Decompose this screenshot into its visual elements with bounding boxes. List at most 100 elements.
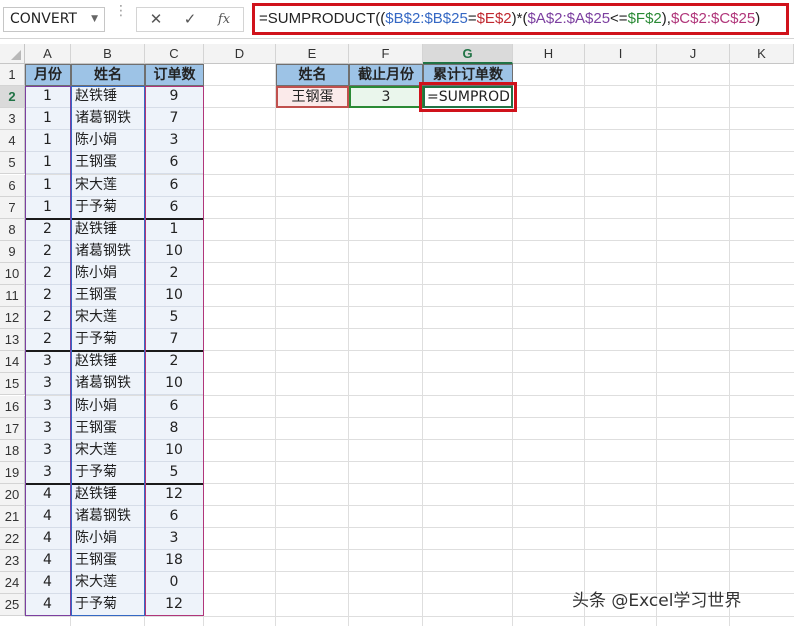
orders-cell[interactable]: 10 [145, 373, 204, 396]
criteria-month-cell[interactable]: 3 [349, 86, 423, 109]
row-header-3[interactable]: 3 [0, 108, 25, 131]
name-cell[interactable]: 王钢蛋 [71, 285, 145, 308]
row-header-1[interactable]: 1 [0, 64, 25, 87]
criteria-header-cell[interactable]: 累计订单数 [423, 64, 513, 87]
column-header-i[interactable]: I [585, 44, 657, 64]
month-cell[interactable]: 1 [25, 86, 71, 109]
month-cell[interactable]: 2 [25, 262, 71, 285]
cancel-icon[interactable]: ✕ [139, 8, 173, 31]
name-cell[interactable]: 于予菊 [71, 196, 145, 219]
name-cell[interactable]: 宋大莲 [71, 439, 145, 462]
column-header-e[interactable]: E [276, 44, 349, 64]
orders-cell[interactable]: 5 [145, 307, 204, 330]
row-header-13[interactable]: 13 [0, 329, 25, 352]
column-header-h[interactable]: H [513, 44, 585, 64]
active-cell-g2[interactable]: =SUMPROD [423, 86, 513, 109]
row-header-10[interactable]: 10 [0, 262, 25, 285]
name-cell[interactable]: 诸葛钢铁 [71, 108, 145, 131]
row-header-7[interactable]: 7 [0, 196, 25, 219]
column-header-c[interactable]: C [145, 44, 204, 64]
row-header-17[interactable]: 17 [0, 417, 25, 440]
orders-cell[interactable]: 12 [145, 594, 204, 617]
column-header-d[interactable]: D [204, 44, 276, 64]
row-header-20[interactable]: 20 [0, 483, 25, 506]
chevron-down-icon[interactable]: ▼ [91, 8, 98, 31]
column-header-b[interactable]: B [71, 44, 145, 64]
name-cell[interactable]: 于予菊 [71, 461, 145, 484]
orders-cell[interactable]: 7 [145, 108, 204, 131]
orders-cell[interactable]: 1 [145, 218, 204, 241]
row-header-11[interactable]: 11 [0, 285, 25, 308]
name-cell[interactable]: 于予菊 [71, 594, 145, 617]
orders-cell[interactable]: 10 [145, 439, 204, 462]
month-cell[interactable]: 3 [25, 439, 71, 462]
table-header-cell[interactable]: 月份 [25, 64, 71, 87]
month-cell[interactable]: 4 [25, 483, 71, 506]
name-cell[interactable]: 诸葛钢铁 [71, 506, 145, 529]
row-header-5[interactable]: 5 [0, 152, 25, 175]
month-cell[interactable]: 3 [25, 395, 71, 418]
enter-icon[interactable]: ✓ [173, 8, 207, 31]
row-header-18[interactable]: 18 [0, 439, 25, 462]
month-cell[interactable]: 2 [25, 307, 71, 330]
name-cell[interactable]: 于予菊 [71, 329, 145, 352]
month-cell[interactable]: 4 [25, 506, 71, 529]
month-cell[interactable]: 1 [25, 152, 71, 175]
criteria-header-cell[interactable]: 姓名 [276, 64, 349, 87]
formula-input[interactable]: =SUMPRODUCT(($B$2:$B$25=$E$2)*($A$2:$A$2… [252, 3, 789, 35]
name-cell[interactable]: 赵铁锤 [71, 351, 145, 374]
row-header-8[interactable]: 8 [0, 218, 25, 241]
orders-cell[interactable]: 9 [145, 86, 204, 109]
name-cell[interactable]: 宋大莲 [71, 174, 145, 197]
insert-function-icon[interactable]: fx [207, 8, 241, 31]
orders-cell[interactable]: 18 [145, 550, 204, 573]
month-cell[interactable]: 2 [25, 240, 71, 263]
month-cell[interactable]: 2 [25, 218, 71, 241]
name-cell[interactable]: 陈小娟 [71, 395, 145, 418]
orders-cell[interactable]: 10 [145, 285, 204, 308]
name-cell[interactable]: 赵铁锤 [71, 86, 145, 109]
name-cell[interactable]: 王钢蛋 [71, 550, 145, 573]
row-header-22[interactable]: 22 [0, 528, 25, 551]
name-cell[interactable]: 陈小娟 [71, 528, 145, 551]
name-box[interactable]: CONVERT ▼ [3, 7, 105, 32]
month-cell[interactable]: 4 [25, 528, 71, 551]
orders-cell[interactable]: 2 [145, 262, 204, 285]
month-cell[interactable]: 3 [25, 461, 71, 484]
column-header-k[interactable]: K [730, 44, 794, 64]
criteria-name-cell[interactable]: 王钢蛋 [276, 86, 349, 109]
month-cell[interactable]: 1 [25, 108, 71, 131]
month-cell[interactable]: 4 [25, 572, 71, 595]
orders-cell[interactable]: 6 [145, 506, 204, 529]
name-cell[interactable]: 王钢蛋 [71, 417, 145, 440]
column-header-j[interactable]: J [657, 44, 730, 64]
month-cell[interactable]: 2 [25, 329, 71, 352]
row-header-12[interactable]: 12 [0, 307, 25, 330]
drag-handle-icon[interactable]: ⋮ [114, 4, 128, 30]
row-header-2[interactable]: 2 [0, 86, 25, 109]
name-cell[interactable]: 陈小娟 [71, 262, 145, 285]
name-cell[interactable]: 诸葛钢铁 [71, 240, 145, 263]
name-cell[interactable]: 宋大莲 [71, 572, 145, 595]
orders-cell[interactable]: 6 [145, 174, 204, 197]
name-cell[interactable]: 赵铁锤 [71, 218, 145, 241]
name-cell[interactable]: 陈小娟 [71, 130, 145, 153]
orders-cell[interactable]: 2 [145, 351, 204, 374]
month-cell[interactable]: 1 [25, 196, 71, 219]
month-cell[interactable]: 3 [25, 351, 71, 374]
orders-cell[interactable]: 5 [145, 461, 204, 484]
row-header-4[interactable]: 4 [0, 130, 25, 153]
name-cell[interactable]: 宋大莲 [71, 307, 145, 330]
month-cell[interactable]: 3 [25, 373, 71, 396]
row-header-14[interactable]: 14 [0, 351, 25, 374]
row-header-24[interactable]: 24 [0, 572, 25, 595]
row-header-21[interactable]: 21 [0, 506, 25, 529]
orders-cell[interactable]: 3 [145, 130, 204, 153]
orders-cell[interactable]: 6 [145, 196, 204, 219]
month-cell[interactable]: 3 [25, 417, 71, 440]
orders-cell[interactable]: 7 [145, 329, 204, 352]
column-header-g[interactable]: G [423, 44, 513, 64]
orders-cell[interactable]: 8 [145, 417, 204, 440]
row-header-9[interactable]: 9 [0, 240, 25, 263]
table-header-cell[interactable]: 姓名 [71, 64, 145, 87]
